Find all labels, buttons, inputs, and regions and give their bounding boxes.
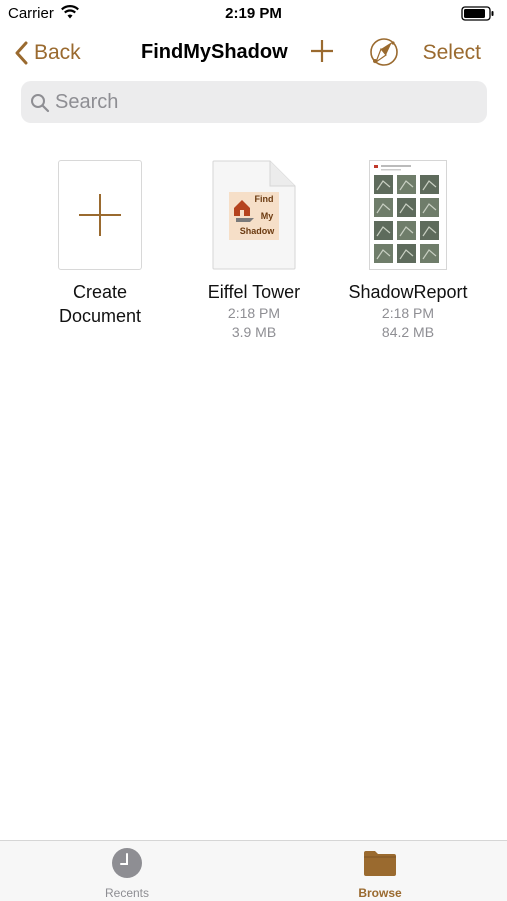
document-item-shadowreport[interactable]: ShadowReport 2:18 PM 84.2 MB: [343, 160, 473, 342]
map-tile: [397, 244, 416, 263]
map-tile: [397, 198, 416, 217]
select-button[interactable]: Select: [423, 41, 481, 65]
report-preview-image: [369, 160, 447, 270]
thumb-text-find: Find: [255, 194, 274, 204]
tab-recents-label: Recents: [104, 886, 150, 900]
thumb-text-shadow: Shadow: [240, 226, 276, 236]
create-document-thumbnail[interactable]: [58, 160, 142, 270]
document-size: 84.2 MB: [381, 324, 435, 340]
plus-icon: [79, 194, 121, 236]
tab-bar: Recents Browse: [0, 840, 507, 901]
compass-icon[interactable]: [367, 35, 401, 69]
thumb-text-my: My: [261, 211, 274, 221]
battery-icon: [461, 6, 494, 21]
map-tile: [420, 175, 439, 194]
document-title: Eiffel Tower: [207, 282, 301, 302]
back-button[interactable]: Back: [14, 38, 81, 68]
document-time: 2:18 PM: [227, 305, 281, 321]
status-bar: Carrier 2:19 PM: [0, 0, 507, 28]
map-tile: [374, 175, 393, 194]
map-tile: [397, 221, 416, 240]
add-icon[interactable]: [310, 39, 334, 63]
page-title: FindMyShadow: [141, 41, 288, 63]
create-document-item[interactable]: Create Document: [35, 160, 165, 328]
document-time: 2:18 PM: [381, 305, 435, 321]
create-document-label: Create Document: [58, 282, 142, 326]
map-tile: [420, 198, 439, 217]
document-icon: Find My Shadow: [212, 160, 296, 270]
map-tile: [374, 221, 393, 240]
status-time: 2:19 PM: [225, 5, 282, 22]
map-tile: [374, 198, 393, 217]
navigation-bar: Back FindMyShadow Select: [0, 30, 507, 76]
map-tile: [397, 175, 416, 194]
map-tile: [420, 221, 439, 240]
map-tile: [374, 244, 393, 263]
folder-icon: [364, 851, 396, 876]
search-input[interactable]: [55, 81, 475, 123]
tab-recents[interactable]: Recents: [77, 847, 177, 900]
document-thumbnail[interactable]: Find My Shadow: [212, 160, 296, 270]
document-title: ShadowReport: [348, 282, 468, 302]
document-thumbnail[interactable]: [369, 160, 447, 270]
chevron-left-icon: [15, 41, 28, 65]
search-field[interactable]: [21, 81, 487, 123]
map-tile: [420, 244, 439, 263]
tab-browse[interactable]: Browse: [330, 847, 430, 900]
search-icon: [31, 94, 50, 113]
tab-browse-label: Browse: [358, 886, 402, 900]
back-label: Back: [34, 41, 81, 64]
document-size: 3.9 MB: [231, 324, 277, 340]
document-item-eiffel-tower[interactable]: Find My Shadow Eiffel Tower 2:18 PM 3.9 …: [189, 160, 319, 342]
clock-icon: [112, 848, 142, 878]
